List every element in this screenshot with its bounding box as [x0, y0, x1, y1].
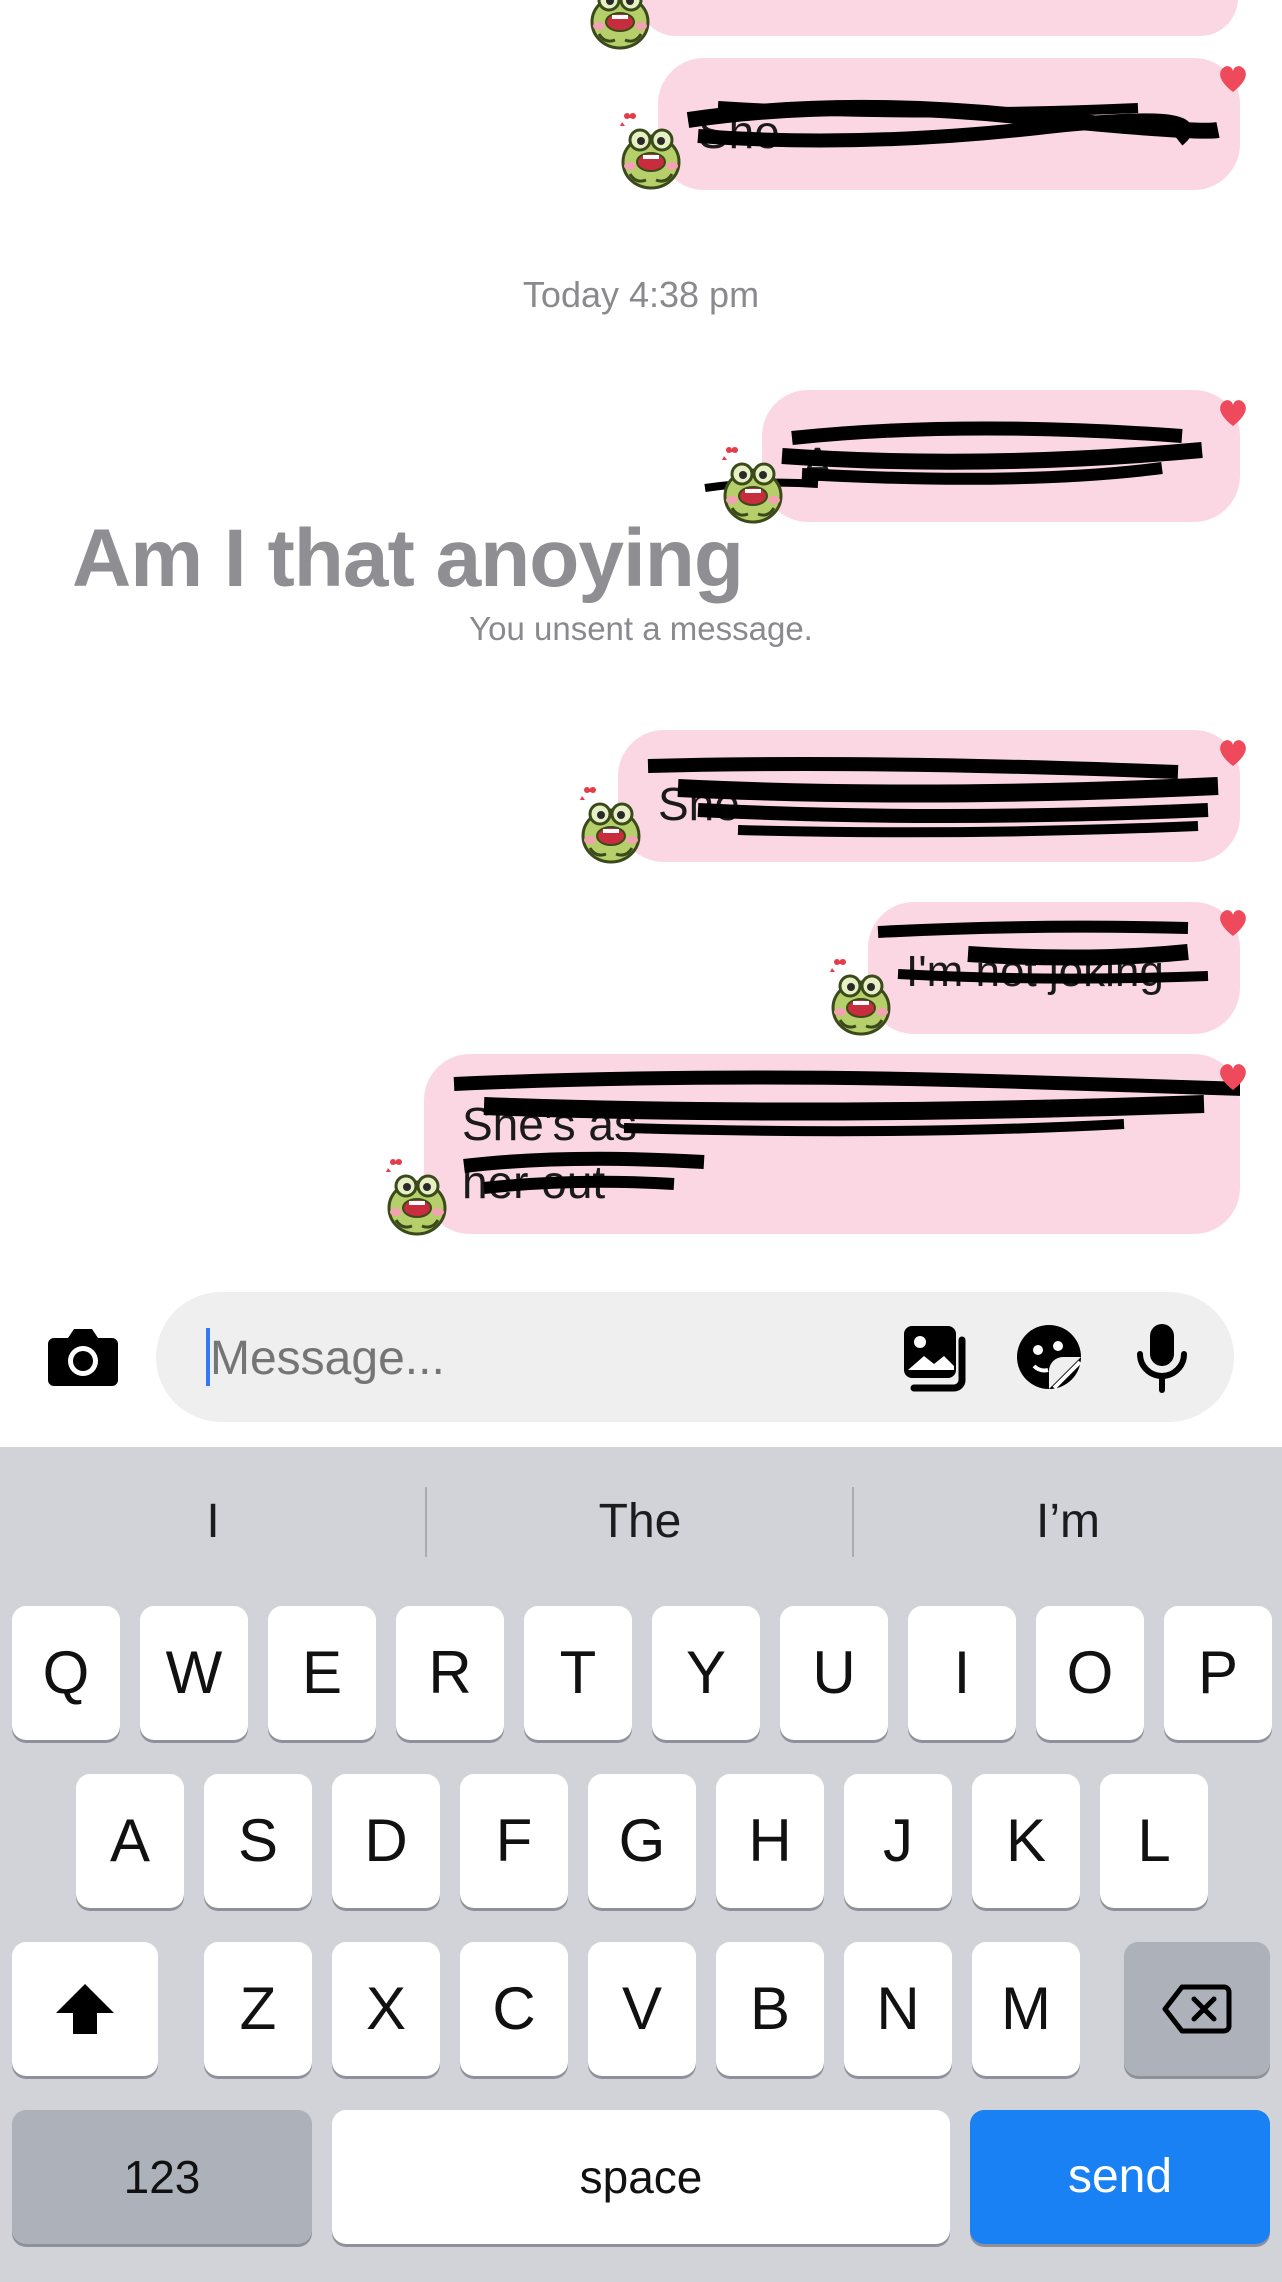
gallery-icon[interactable]	[900, 1322, 970, 1394]
message-input-container[interactable]	[156, 1292, 1234, 1422]
redaction-scribble	[453, 1070, 1240, 1194]
heart-reaction-icon	[1216, 396, 1250, 430]
frog-sticker-icon	[585, 0, 655, 54]
backspace-icon	[1162, 1984, 1232, 2034]
send-key[interactable]: send	[970, 2110, 1270, 2244]
key-x[interactable]: X	[332, 1942, 440, 2076]
key-d[interactable]: D	[332, 1774, 440, 1908]
suggestion-3[interactable]: I’m	[854, 1477, 1282, 1567]
key-s[interactable]: S	[204, 1774, 312, 1908]
key-o[interactable]: O	[1036, 1606, 1144, 1740]
overlay-caption: Am I that anoying	[72, 513, 744, 604]
frog-sticker-icon	[826, 956, 896, 1040]
heart-reaction-icon	[1216, 1060, 1250, 1094]
key-p[interactable]: P	[1164, 1606, 1272, 1740]
frog-sticker-icon	[616, 110, 686, 194]
key-y[interactable]: Y	[652, 1606, 760, 1740]
numbers-key[interactable]: 123	[12, 2110, 312, 2244]
key-r[interactable]: R	[396, 1606, 504, 1740]
key-c[interactable]: C	[460, 1942, 568, 2076]
heart-reaction-icon	[1216, 62, 1250, 96]
backspace-key[interactable]	[1124, 1942, 1270, 2076]
unsent-notice: You unsent a message.	[469, 610, 813, 647]
key-f[interactable]: F	[460, 1774, 568, 1908]
timestamp: Today 4:38 pm	[522, 274, 760, 315]
key-h[interactable]: H	[716, 1774, 824, 1908]
message-bubble[interactable]: I'm not joking	[868, 902, 1240, 1034]
space-key[interactable]: space	[332, 2110, 950, 2244]
key-v[interactable]: V	[588, 1942, 696, 2076]
key-i[interactable]: I	[908, 1606, 1016, 1740]
redaction-scribble	[781, 421, 1203, 485]
redaction-scribble	[877, 920, 1209, 984]
key-b[interactable]: B	[716, 1942, 824, 2076]
suggestion-2[interactable]: The	[427, 1477, 853, 1567]
heart-reaction-icon	[1216, 906, 1250, 940]
key-z[interactable]: Z	[204, 1942, 312, 2076]
camera-icon[interactable]	[46, 1326, 120, 1388]
key-u[interactable]: U	[780, 1606, 888, 1740]
message-bubble[interactable]: She's as her out	[424, 1054, 1240, 1234]
message-bubble[interactable]: She	[658, 58, 1240, 190]
microphone-icon[interactable]	[1132, 1320, 1192, 1394]
message-input[interactable]	[208, 1322, 912, 1394]
frog-sticker-icon	[576, 784, 646, 868]
sticker-icon[interactable]	[1014, 1322, 1084, 1392]
key-a[interactable]: A	[76, 1774, 184, 1908]
key-w[interactable]: W	[140, 1606, 248, 1740]
key-l[interactable]: L	[1100, 1774, 1208, 1908]
redaction-scribble	[686, 99, 1220, 148]
key-q[interactable]: Q	[12, 1606, 120, 1740]
key-t[interactable]: T	[524, 1606, 632, 1740]
suggestion-1[interactable]: I	[0, 1477, 426, 1567]
key-n[interactable]: N	[844, 1942, 952, 2076]
key-g[interactable]: G	[588, 1774, 696, 1908]
shift-icon	[56, 1984, 114, 2034]
key-m[interactable]: M	[972, 1942, 1080, 2076]
heart-reaction-icon	[1216, 736, 1250, 770]
frog-sticker-icon	[382, 1156, 452, 1240]
key-j[interactable]: J	[844, 1774, 952, 1908]
message-bubble-partial[interactable]	[638, 0, 1238, 36]
shift-key[interactable]	[12, 1942, 158, 2076]
redaction-scribble	[647, 757, 1219, 838]
message-bubble[interactable]: A	[762, 390, 1240, 522]
message-bubble[interactable]: She	[618, 730, 1240, 862]
key-e[interactable]: E	[268, 1606, 376, 1740]
key-k[interactable]: K	[972, 1774, 1080, 1908]
